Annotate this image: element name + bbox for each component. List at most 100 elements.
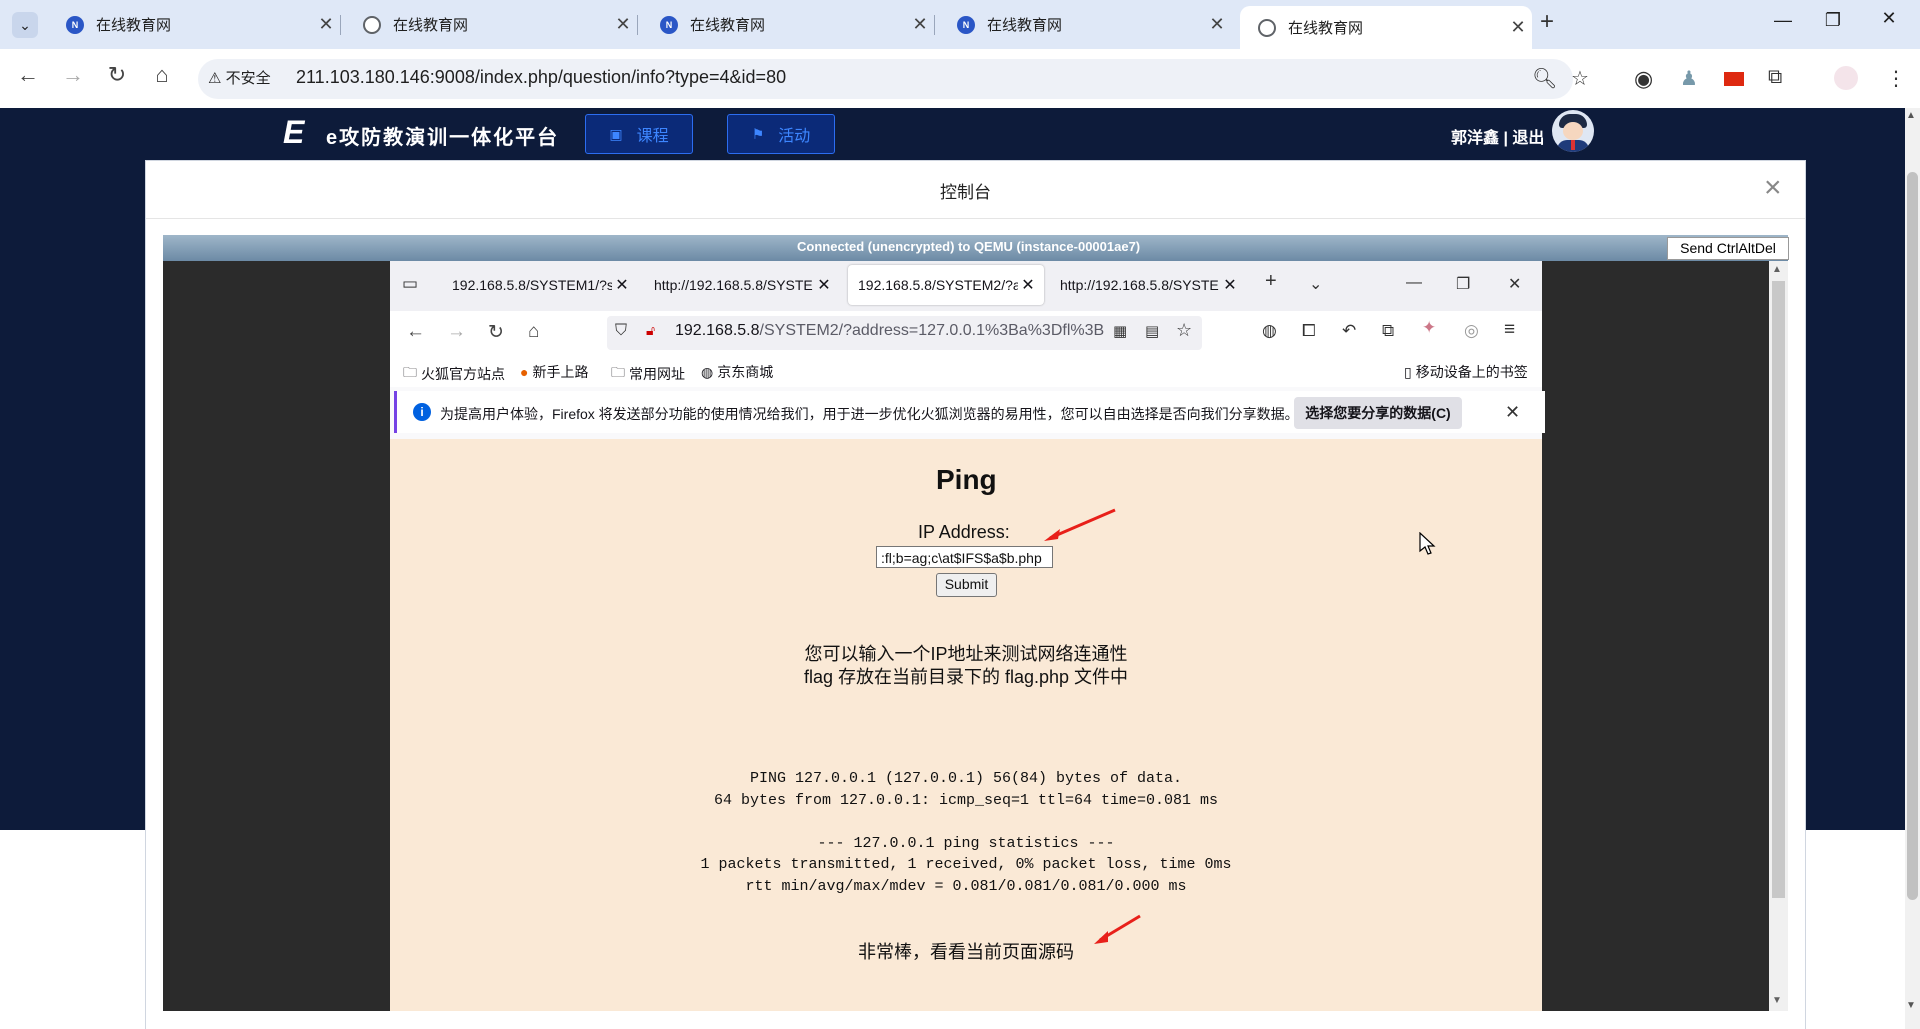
minimize-icon[interactable]: — — [1406, 274, 1422, 292]
scroll-up-arrow-icon[interactable]: ▲ — [1906, 110, 1916, 121]
close-icon[interactable]: ✕ — [1018, 275, 1038, 295]
forward-arrow-icon[interactable]: → — [56, 62, 90, 88]
qr-code-icon[interactable]: ▦ — [1113, 322, 1127, 340]
mobile-device-icon: ▯ — [1404, 363, 1412, 380]
ping-output-line: 64 bytes from 127.0.0.1: icmp_seq=1 ttl=… — [713, 792, 1219, 809]
bookmark-item[interactable]: 🗀 火狐官方站点 — [403, 362, 505, 386]
close-icon[interactable]: ✕ — [1504, 17, 1532, 38]
extension-circle-icon[interactable]: ◉ — [1634, 66, 1653, 92]
site-logo-text[interactable]: e攻防教演训一体化平台 — [326, 121, 559, 150]
close-icon[interactable]: ✕ — [906, 14, 934, 35]
extension-badge-icon[interactable]: ✦ — [1422, 318, 1436, 338]
back-arrow-icon[interactable]: ← — [406, 321, 425, 343]
submit-button[interactable]: Submit — [936, 573, 997, 597]
nsp-icon: N — [66, 15, 84, 34]
undo-icon[interactable]: ↶ — [1342, 321, 1356, 341]
profile-avatar[interactable] — [1834, 66, 1858, 90]
url-text[interactable]: 211.103.180.146:9008/index.php/question/… — [296, 67, 786, 88]
send-ctrl-alt-del-button[interactable]: Send CtrlAltDel — [1667, 237, 1789, 260]
bookmark-item[interactable]: 🗀 常用网址 — [611, 362, 685, 386]
firefox-tab[interactable]: 192.168.5.8/SYSTEM1/?sy ✕ — [442, 265, 637, 305]
sync-icon[interactable]: ◎ — [1464, 321, 1479, 341]
vnc-scroll-down-icon[interactable]: ▼ — [1772, 995, 1782, 1006]
close-icon[interactable]: ✕ — [1203, 14, 1231, 35]
globe-icon — [363, 15, 381, 34]
reader-view-icon[interactable]: ▤ — [1145, 322, 1159, 340]
nav-course-button[interactable]: ▣ 课程 — [585, 114, 693, 154]
modal-close-icon[interactable]: × — [1764, 171, 1782, 205]
close-icon[interactable]: ✕ — [312, 14, 340, 35]
scroll-down-arrow-icon[interactable]: ▼ — [1906, 1000, 1916, 1011]
account-icon[interactable]: ◍ — [1262, 321, 1277, 341]
restore-icon[interactable]: ❐ — [1810, 10, 1856, 31]
chrome-tab-active[interactable]: 在线教育网 ✕ — [1240, 6, 1532, 49]
firefox-tab[interactable]: http://192.168.5.8/SYSTEI ✕ — [1050, 265, 1245, 305]
reload-icon[interactable]: ↻ — [488, 321, 504, 344]
mobile-bookmarks[interactable]: ▯ 移动设备上的书签 — [1404, 362, 1528, 382]
folder-icon: 🗀 — [611, 364, 625, 380]
bookmark-star-icon[interactable]: ☆ — [1176, 320, 1192, 341]
new-tab-plus-icon[interactable]: + — [1265, 270, 1277, 293]
tab-search-chevron-icon[interactable]: ⌄ — [12, 12, 38, 38]
restore-icon[interactable]: ❐ — [1456, 274, 1470, 294]
nav-activity-button[interactable]: ⚑ 活动 — [727, 114, 835, 154]
bookmark-label: 常用网址 — [629, 366, 685, 382]
extensions-icon[interactable]: ⧉ — [1382, 321, 1394, 341]
insecure-indicator[interactable]: ⚠ 不安全 — [208, 67, 271, 88]
extension-flag-icon[interactable] — [1724, 72, 1744, 86]
chrome-tab[interactable]: N 在线教育网 ✕ — [939, 6, 1231, 43]
new-tab-plus-icon[interactable]: + — [1540, 8, 1554, 36]
list-tabs-chevron-icon[interactable]: ⌄ — [1309, 274, 1322, 294]
tracking-shield-icon[interactable]: ⛉ — [615, 322, 627, 340]
book-icon: ▣ — [609, 125, 623, 142]
ip-address-input[interactable]: :fl;b=ag;c\at$IFS$a$b.php — [876, 546, 1053, 568]
extensions-puzzle-icon[interactable]: ⧉ — [1768, 66, 1782, 89]
screenshot-crop-icon[interactable]: ⧠ — [1302, 321, 1316, 341]
insecure-lock-icon[interactable]: 🔓︎ — [646, 322, 655, 339]
url-path: /SYSTEM2/?address=127.0.0.1%3Ba%3Dfl%3B — [759, 322, 1105, 339]
close-icon[interactable]: ✕ — [609, 14, 637, 35]
bookmark-item[interactable]: ◍ 京东商城 — [701, 362, 773, 382]
bookmark-label: 京东商城 — [717, 364, 774, 380]
vnc-status-text: Connected (unencrypted) to QEMU (instanc… — [797, 239, 1141, 254]
page-scrollbar-thumb[interactable] — [1907, 172, 1918, 900]
firefox-tab-title: http://192.168.5.8/SYSTEI — [1060, 277, 1220, 293]
bookmark-item[interactable]: ● 新手上路 — [520, 362, 588, 382]
chrome-tab[interactable]: 在线教育网 ✕ — [345, 6, 638, 43]
close-icon[interactable]: ✕ — [612, 275, 632, 295]
nav-course-label: 课程 — [636, 128, 669, 145]
back-arrow-icon[interactable]: ← — [11, 62, 45, 88]
chrome-menu-icon[interactable]: ⋮ — [1886, 66, 1906, 91]
home-icon[interactable]: ⌂ — [528, 321, 539, 343]
choose-data-button[interactable]: 选择您要分享的数据(C) — [1294, 397, 1462, 429]
zoom-icon[interactable]: 🔍︎ — [1532, 66, 1557, 91]
minimize-icon[interactable]: — — [1760, 10, 1806, 31]
chrome-tab[interactable]: N 在线教育网 ✕ — [642, 6, 935, 43]
vnc-scrollbar-thumb[interactable] — [1772, 281, 1785, 898]
close-icon[interactable]: ✕ — [1505, 402, 1520, 423]
forward-arrow-icon[interactable]: → — [447, 321, 466, 343]
reload-icon[interactable]: ↻ — [100, 62, 134, 88]
firefox-menu-icon[interactable]: ≡ — [1504, 319, 1515, 341]
ping-output-line: --- 127.0.0.1 ping statistics --- — [817, 835, 1115, 852]
vnc-scroll-up-icon[interactable]: ▲ — [1772, 264, 1782, 275]
window-close-icon[interactable]: ✕ — [1508, 274, 1521, 294]
close-icon[interactable]: ✕ — [1220, 275, 1240, 295]
window-close-icon[interactable]: ✕ — [1866, 8, 1912, 29]
close-icon[interactable]: ✕ — [814, 275, 834, 295]
bookmark-star-icon[interactable]: ☆ — [1571, 66, 1589, 91]
firefox-tab[interactable]: http://192.168.5.8/SYSTEI ✕ — [644, 265, 839, 305]
firefox-view-icon[interactable]: ▭ — [402, 274, 418, 294]
home-icon[interactable]: ⌂ — [145, 62, 179, 88]
user-logout[interactable]: 郭洋鑫 | 退出 — [1451, 124, 1544, 148]
extension-translate-icon[interactable]: ♟ — [1680, 66, 1698, 91]
chrome-tab[interactable]: N 在线教育网 ✕ — [48, 6, 341, 43]
avatar[interactable] — [1552, 110, 1594, 152]
bookmark-label: 火狐官方站点 — [421, 366, 505, 382]
site-logo-icon[interactable]: E — [283, 116, 317, 148]
firefox-tab-active[interactable]: 192.168.5.8/SYSTEM2/?ac ✕ — [848, 265, 1044, 305]
tab-title: 在线教育网 — [1288, 20, 1364, 37]
info-icon: i — [413, 403, 431, 421]
ping-output-line: PING 127.0.0.1 (127.0.0.1) 56(84) bytes … — [749, 770, 1183, 787]
firefox-url-text[interactable]: 192.168.5.8/SYSTEM2/?address=127.0.0.1%3… — [675, 322, 1105, 340]
